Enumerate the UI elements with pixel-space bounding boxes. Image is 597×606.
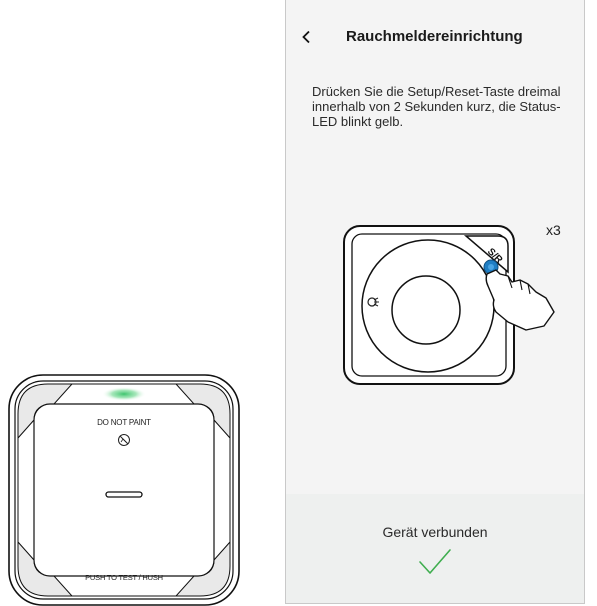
smoke-detector-illustration: DO NOT PAINT PUSH TO TEST / HUSH: [8, 374, 240, 606]
device-bottom-label: PUSH TO TEST / HUSH: [85, 573, 163, 582]
footer: Gerät verbunden: [286, 494, 584, 603]
press-count-label: x3: [546, 222, 561, 238]
checkmark-icon: [419, 549, 451, 574]
device-top-label: DO NOT PAINT: [97, 418, 151, 427]
smoke-detector-body: [8, 374, 240, 606]
phone-screen: Rauchmeldereinrichtung Drücken Sie die S…: [285, 0, 585, 604]
connection-status-label: Gerät verbunden: [382, 524, 488, 540]
instruction-text: Drücken Sie die Setup/Reset-Taste dreima…: [312, 84, 561, 129]
chevron-left-icon: [302, 30, 310, 44]
back-button[interactable]: [296, 26, 316, 48]
test-button-slot: [105, 491, 143, 498]
detector-reset-diagram: S/R: [343, 225, 555, 385]
status-led: [102, 387, 146, 401]
page-title: Rauchmeldereinrichtung: [346, 28, 523, 45]
button-press-illustration: S/R x3: [340, 214, 572, 394]
header: Rauchmeldereinrichtung: [286, 0, 584, 70]
